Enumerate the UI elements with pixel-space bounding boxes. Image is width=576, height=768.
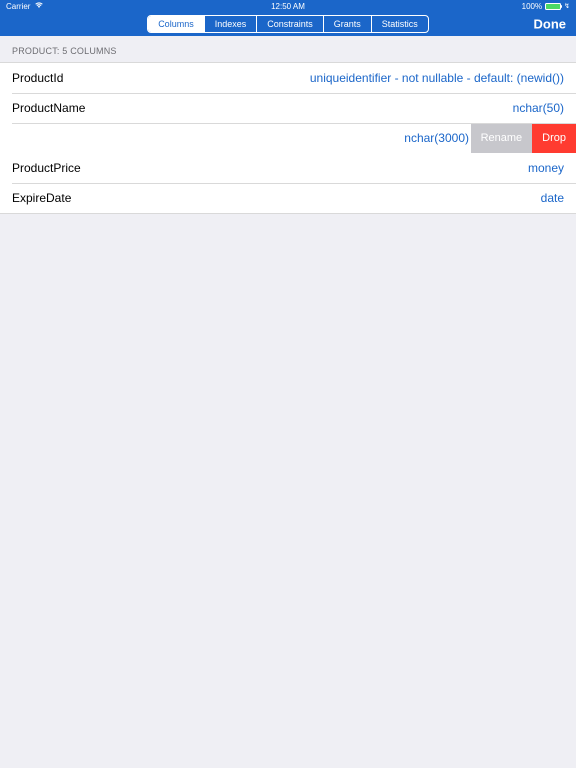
rename-button[interactable]: Rename (471, 123, 533, 153)
done-button[interactable]: Done (534, 17, 567, 32)
column-name: ProductPrice (12, 161, 81, 175)
column-type: money (528, 161, 564, 175)
column-type: uniqueidentifier - not nullable - defaul… (310, 71, 564, 85)
status-left: Carrier (6, 1, 44, 11)
row-actions: Rename Drop (471, 123, 576, 153)
tab-grants[interactable]: Grants (324, 16, 372, 32)
battery-icon (545, 3, 561, 10)
tab-statistics[interactable]: Statistics (372, 16, 428, 32)
column-type: date (541, 191, 564, 205)
table-row[interactable]: ProductId uniqueidentifier - not nullabl… (0, 63, 576, 93)
status-right: 100% ↯ (522, 2, 570, 11)
tab-indexes[interactable]: Indexes (205, 16, 258, 32)
battery-percent: 100% (522, 2, 542, 11)
status-bar: Carrier 12:50 AM 100% ↯ (0, 0, 576, 12)
tab-constraints[interactable]: Constraints (257, 16, 324, 32)
column-name: ProductName (12, 101, 85, 115)
table-row[interactable]: ExpireDate date (0, 183, 576, 213)
tab-columns[interactable]: Columns (148, 16, 205, 32)
column-name: ExpireDate (12, 191, 71, 205)
table-row[interactable]: ProductName nchar(50) (0, 93, 576, 123)
wifi-icon (34, 1, 44, 11)
table-row[interactable]: ProductPrice money (0, 153, 576, 183)
status-time: 12:50 AM (271, 2, 305, 11)
column-type: nchar(50) (513, 101, 564, 115)
drop-button[interactable]: Drop (532, 123, 576, 153)
columns-table: ProductId uniqueidentifier - not nullabl… (0, 62, 576, 214)
charging-icon: ↯ (564, 2, 570, 10)
column-name: ProductId (12, 71, 63, 85)
carrier-label: Carrier (6, 2, 30, 11)
segmented-control: Columns Indexes Constraints Grants Stati… (147, 15, 429, 33)
table-row-swiped[interactable]: on nchar(3000) Rename Drop (0, 123, 576, 153)
column-type: nchar(3000) (404, 131, 469, 145)
section-header: Product: 5 columns (0, 36, 576, 62)
nav-bar: Columns Indexes Constraints Grants Stati… (0, 12, 576, 36)
